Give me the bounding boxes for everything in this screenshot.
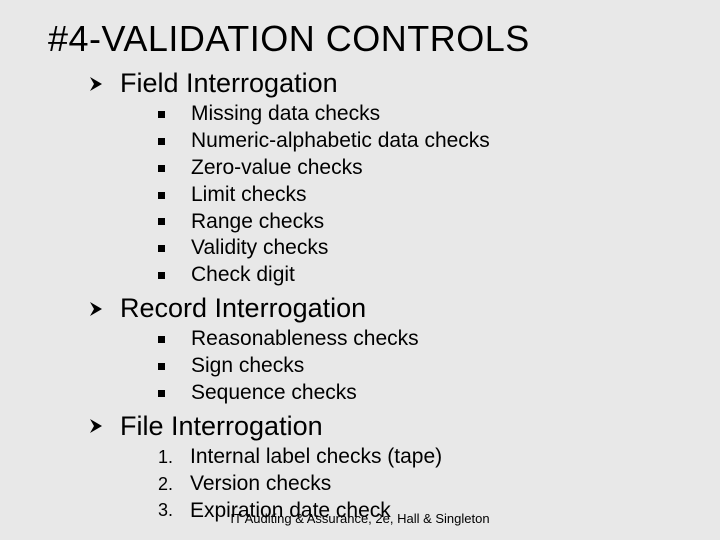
list-item: Check digit: [158, 262, 680, 289]
square-bullet-icon: [158, 192, 165, 199]
square-bullet-icon: [158, 218, 165, 225]
list-item: Sequence checks: [158, 380, 680, 407]
slide-title: #4-VALIDATION CONTROLS: [48, 18, 680, 60]
number-bullet: 2.: [158, 473, 178, 496]
list-item: 1. Internal label checks (tape): [158, 444, 680, 471]
section-header: File Interrogation: [88, 411, 680, 442]
square-bullet-icon: [158, 111, 165, 118]
section-label: File Interrogation: [120, 411, 323, 442]
section-header: Field Interrogation: [88, 68, 680, 99]
sublist: Missing data checksNumeric-alphabetic da…: [158, 101, 680, 289]
number-bullet: 1.: [158, 446, 178, 469]
section-label: Field Interrogation: [120, 68, 338, 99]
square-bullet-icon: [158, 165, 165, 172]
section-header: Record Interrogation: [88, 293, 680, 324]
list-item: 2. Version checks: [158, 471, 680, 498]
content-area: Field InterrogationMissing data checksNu…: [40, 68, 680, 524]
list-item-text: Check digit: [191, 262, 295, 289]
list-item: Range checks: [158, 209, 680, 236]
arrow-icon: [88, 300, 106, 318]
list-item-text: Limit checks: [191, 182, 307, 209]
list-item: Reasonableness checks: [158, 326, 680, 353]
list-item: Limit checks: [158, 182, 680, 209]
list-item-text: Reasonableness checks: [191, 326, 419, 353]
list-item-text: Range checks: [191, 209, 324, 236]
sublist: Reasonableness checksSign checksSequence…: [158, 326, 680, 407]
list-item: Validity checks: [158, 235, 680, 262]
square-bullet-icon: [158, 272, 165, 279]
footer-text: IT Auditing & Assurance, 2e, Hall & Sing…: [0, 511, 720, 526]
list-item-text: Sign checks: [191, 353, 304, 380]
list-item-text: Version checks: [190, 471, 331, 498]
list-item-text: Missing data checks: [191, 101, 380, 128]
list-item: Numeric-alphabetic data checks: [158, 128, 680, 155]
list-item-text: Zero-value checks: [191, 155, 363, 182]
list-item: Sign checks: [158, 353, 680, 380]
arrow-icon: [88, 75, 106, 93]
section: Field InterrogationMissing data checksNu…: [88, 68, 680, 289]
square-bullet-icon: [158, 336, 165, 343]
square-bullet-icon: [158, 363, 165, 370]
square-bullet-icon: [158, 245, 165, 252]
section: Record InterrogationReasonableness check…: [88, 293, 680, 407]
list-item-text: Sequence checks: [191, 380, 357, 407]
arrow-icon: [88, 417, 106, 435]
section-label: Record Interrogation: [120, 293, 366, 324]
list-item-text: Numeric-alphabetic data checks: [191, 128, 490, 155]
list-item: Zero-value checks: [158, 155, 680, 182]
list-item-text: Validity checks: [191, 235, 328, 262]
list-item: Missing data checks: [158, 101, 680, 128]
square-bullet-icon: [158, 390, 165, 397]
section: File Interrogation 1. Internal label check…: [88, 411, 680, 525]
list-item-text: Internal label checks (tape): [190, 444, 442, 471]
square-bullet-icon: [158, 138, 165, 145]
